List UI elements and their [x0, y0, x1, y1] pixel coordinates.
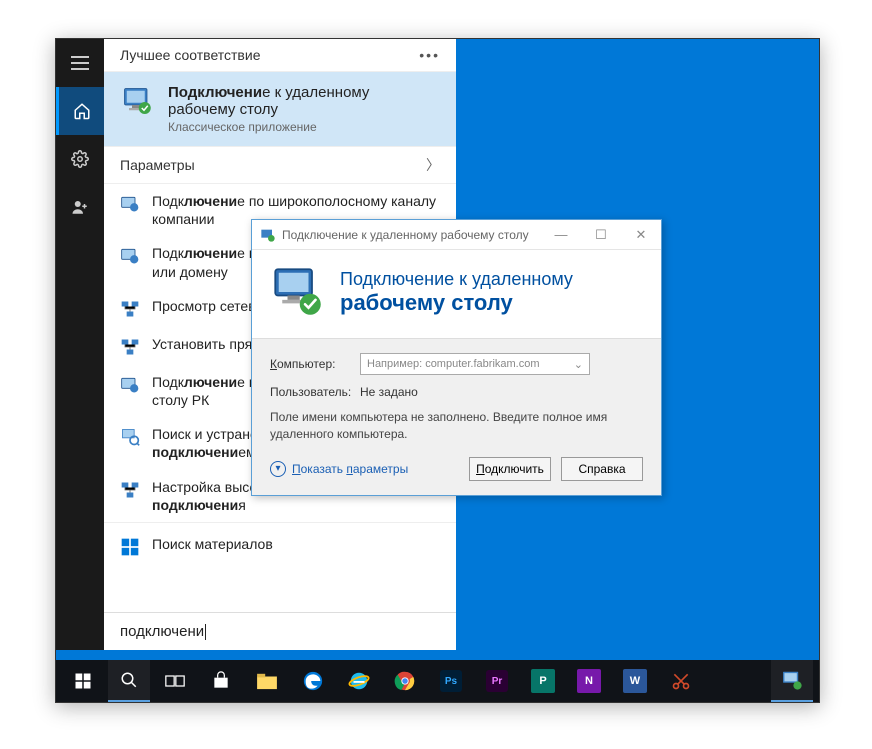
network-icon — [120, 480, 140, 500]
publisher-button[interactable]: P — [522, 660, 564, 702]
ie-button[interactable] — [338, 660, 380, 702]
chevron-down-icon: ▾ — [270, 461, 286, 477]
user-label: Пользователь: — [270, 385, 348, 399]
settings-section-header[interactable]: Параметры 〉 — [104, 146, 456, 184]
window-title: Подключение к удаленному рабочему столу — [282, 228, 541, 242]
photoshop-button[interactable]: Ps — [430, 660, 472, 702]
minimize-button[interactable]: — — [541, 220, 581, 250]
connect-button[interactable]: Подключить — [469, 457, 551, 481]
snip-button[interactable] — [660, 660, 702, 702]
chrome-button[interactable] — [384, 660, 426, 702]
best-match-result[interactable]: Подключение к удаленному рабочему столу … — [104, 72, 456, 146]
troubleshoot-icon — [120, 427, 140, 447]
sidebar-settings[interactable] — [56, 135, 104, 183]
rdp-titlebar[interactable]: Подключение к удаленному рабочему столу … — [252, 220, 661, 250]
rdp-icon — [120, 84, 156, 120]
rdp-large-icon — [270, 264, 326, 320]
show-options-toggle[interactable]: ▾ Показать параметры — [270, 461, 408, 477]
banner-line1: Подключение к удаленному — [340, 269, 573, 290]
user-value: Не задано — [360, 385, 418, 399]
network-icon — [120, 299, 140, 319]
best-match-subtitle: Классическое приложение — [168, 120, 440, 134]
desktop-background: Лучшее соответствие ••• Подключение к уд… — [56, 39, 819, 702]
rdp-banner: Подключение к удаленному рабочему столу — [252, 250, 661, 338]
windows-icon — [120, 537, 140, 557]
network-icon — [120, 337, 140, 357]
sidebar-user[interactable] — [56, 183, 104, 231]
chevron-down-icon: ⌄ — [574, 358, 583, 371]
rdp-taskbar-button[interactable] — [771, 660, 813, 702]
best-match-header: Лучшее соответствие ••• — [104, 39, 456, 72]
explorer-button[interactable] — [246, 660, 288, 702]
sidebar-home[interactable] — [56, 87, 104, 135]
settings-icon — [120, 246, 140, 266]
edge-button[interactable] — [292, 660, 334, 702]
rdp-icon — [260, 227, 276, 243]
settings-icon — [120, 375, 140, 395]
word-button[interactable]: W — [614, 660, 656, 702]
search-button[interactable] — [108, 660, 150, 702]
computer-label: Компьютер: — [270, 357, 348, 371]
computer-combobox[interactable]: Например: computer.fabrikam.com ⌄ — [360, 353, 590, 375]
taskbar: Ps Pr P N W — [56, 660, 819, 702]
maximize-button[interactable]: ☐ — [581, 220, 621, 250]
chevron-right-icon: 〉 — [426, 155, 440, 175]
more-options-button[interactable]: ••• — [419, 47, 440, 63]
start-button[interactable] — [62, 660, 104, 702]
settings-icon — [120, 194, 140, 214]
taskview-button[interactable] — [154, 660, 196, 702]
search-input[interactable]: подключени — [104, 612, 456, 650]
rdp-dialog: Подключение к удаленному рабочему столу … — [251, 219, 662, 496]
store-button[interactable] — [200, 660, 242, 702]
menu-expand-button[interactable] — [56, 39, 104, 87]
banner-line2: рабочему столу — [340, 290, 573, 316]
close-button[interactable]: ✕ — [621, 220, 661, 250]
premiere-button[interactable]: Pr — [476, 660, 518, 702]
hint-text: Поле имени компьютера не заполнено. Введ… — [270, 409, 643, 443]
best-match-title: Подключение к удаленному рабочему столу — [168, 84, 440, 118]
more-materials[interactable]: Поиск материалов — [104, 522, 456, 565]
start-sidebar — [56, 39, 104, 650]
help-button[interactable]: Справка — [561, 457, 643, 481]
onenote-button[interactable]: N — [568, 660, 610, 702]
